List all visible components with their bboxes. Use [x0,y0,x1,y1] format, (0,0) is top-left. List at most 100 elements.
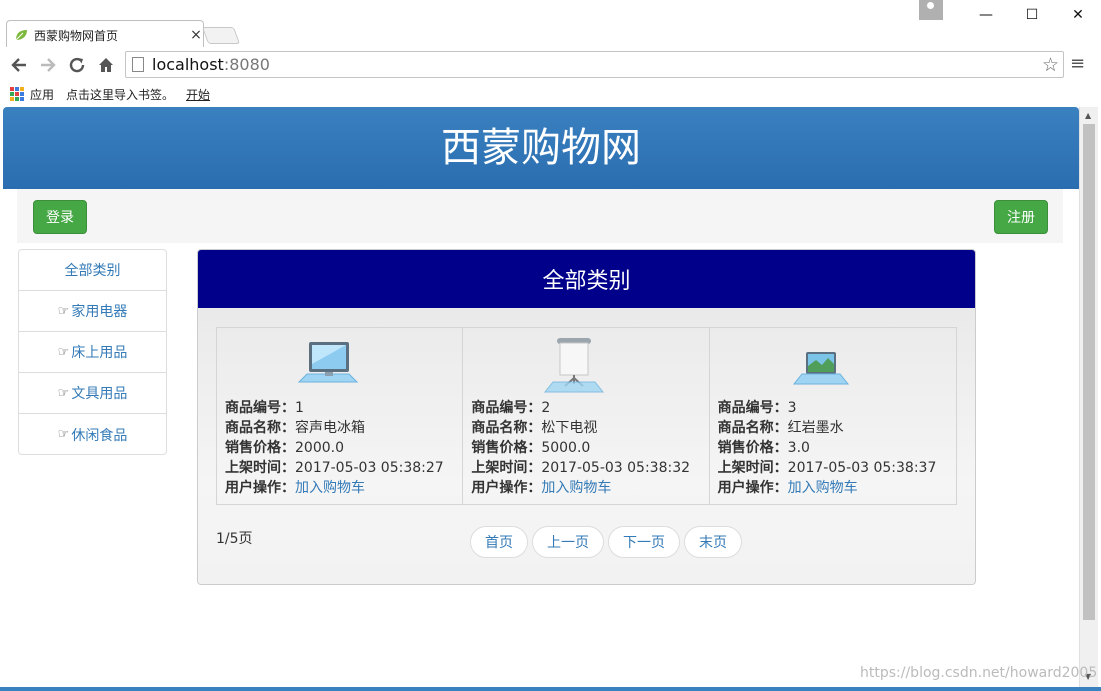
bookmark-start[interactable]: 开始 [186,86,210,103]
product-grid: 商品编号：1 商品名称：容声电冰箱 销售价格：2000.0 上架时间：2017-… [216,327,957,505]
auth-bar: 登录 注册 [17,189,1063,243]
product-card: 商品编号：3 商品名称：红岩墨水 销售价格：3.0 上架时间：2017-05-0… [710,328,956,504]
sidebar-item-all[interactable]: 全部类别 [19,250,166,291]
laptop-icon [788,336,854,394]
sidebar-item-label: 文具用品 [71,386,128,402]
pointing-hand-icon: ☞ [57,303,70,319]
product-card: 商品编号：2 商品名称：松下电视 销售价格：5000.0 上架时间：2017-0… [463,328,710,504]
vertical-scrollbar[interactable]: ▲ ▼ [1079,107,1098,687]
tab-title: 西蒙购物网首页 [34,28,119,43]
page-icon [132,57,144,72]
sidebar-item-stationery[interactable]: ☞ 文具用品 [19,373,166,414]
watermark: https://blog.csdn.net/howard2005 [860,665,1098,681]
sidebar-item-label: 床上用品 [71,345,128,361]
sidebar-item-appliances[interactable]: ☞ 家用电器 [19,291,166,332]
scroll-up-icon[interactable]: ▲ [1085,111,1091,120]
first-page-button[interactable]: 首页 [470,526,528,558]
field-label: 上架时间： [471,460,542,476]
projector-screen-icon [541,336,607,394]
product-price: 3.0 [787,440,810,456]
monitor-icon [295,336,361,394]
scroll-thumb[interactable] [1083,124,1095,620]
browser-tab-content[interactable]: 西蒙购物网首页 × [14,24,204,46]
field-label: 商品名称： [717,420,788,436]
product-id: 2 [541,400,551,416]
site-title: 西蒙购物网 [441,125,641,171]
maximize-button[interactable]: ☐ [1009,0,1055,30]
url-host: localhost [152,55,224,74]
product-name: 容声电冰箱 [295,420,365,436]
sidebar-item-snacks[interactable]: ☞ 休闲食品 [19,414,166,455]
field-label: 销售价格： [225,440,295,456]
field-label: 用户操作： [225,480,295,496]
sidebar-item-bedding[interactable]: ☞ 床上用品 [19,332,166,373]
field-label: 用户操作： [717,480,788,496]
page-indicator: 1/5页 [216,531,253,547]
close-window-button[interactable]: ✕ [1055,0,1101,30]
back-arrow-icon[interactable] [4,51,33,79]
field-label: 销售价格： [471,440,542,456]
next-page-button[interactable]: 下一页 [608,526,680,558]
field-label: 商品编号： [471,400,542,416]
product-details: 商品编号：1 商品名称：容声电冰箱 销售价格：2000.0 上架时间：2017-… [225,398,444,498]
minimize-button[interactable]: — [963,0,1009,30]
bookmark-import[interactable]: 点击这里导入书签。 [66,86,174,103]
register-button[interactable]: 注册 [994,200,1048,234]
sidebar-item-label: 家用电器 [71,304,128,320]
reload-icon[interactable] [62,51,91,79]
window-controls: — ☐ ✕ [919,0,1101,30]
leaf-favicon-icon [14,28,28,42]
window-bottom-border [0,687,1101,691]
pointing-hand-icon: ☞ [57,344,70,360]
url-port: :8080 [223,55,270,74]
product-time: 2017-05-03 05:38:27 [295,460,444,476]
last-page-button[interactable]: 末页 [684,526,742,558]
apps-grid-icon[interactable] [10,87,24,101]
field-label: 商品名称： [471,420,542,436]
login-button[interactable]: 登录 [33,200,87,234]
pointing-hand-icon: ☞ [57,385,70,401]
product-id: 3 [787,400,797,416]
new-tab-button[interactable] [201,27,241,44]
profile-icon[interactable] [919,0,943,20]
panel-heading: 全部类别 [198,250,975,308]
sidebar-item-label: 休闲食品 [71,427,128,444]
bookmark-apps[interactable]: 应用 [30,86,54,103]
add-to-cart-link[interactable]: 加入购物车 [788,480,858,496]
category-sidebar: 全部类别 ☞ 家用电器 ☞ 床上用品 ☞ 文具用品 ☞ 休闲食品 [18,249,167,455]
menu-icon[interactable]: ≡ [1070,53,1085,74]
field-label: 商品编号： [717,400,788,416]
field-label: 商品编号： [225,400,295,416]
product-name: 松下电视 [541,420,598,436]
forward-arrow-icon[interactable] [33,51,62,79]
product-name: 红岩墨水 [787,420,844,436]
tab-close-icon[interactable]: × [188,27,204,43]
bookmark-star-icon[interactable]: ☆ [1042,54,1059,76]
prev-page-button[interactable]: 上一页 [532,526,604,558]
add-to-cart-link[interactable]: 加入购物车 [541,480,611,496]
site-banner: 西蒙购物网 [3,107,1079,189]
page-viewport: 西蒙购物网 登录 注册 全部类别 ☞ 家用电器 ☞ 床上用品 ☞ 文具用品 ☞ … [3,107,1079,687]
field-label: 商品名称： [225,420,295,436]
browser-toolbar: localhost:8080 ☆ ≡ [0,47,1101,83]
browser-chrome: 西蒙购物网首页 × — ☐ ✕ localhost:8080 ☆ ≡ 应用 点… [0,0,1101,107]
pointing-hand-icon: ☞ [57,427,70,442]
field-label: 上架时间： [717,460,788,476]
product-card: 商品编号：1 商品名称：容声电冰箱 销售价格：2000.0 上架时间：2017-… [217,328,464,504]
add-to-cart-link[interactable]: 加入购物车 [295,480,365,496]
bookmarks-bar: 应用 点击这里导入书签。 开始 [0,83,1101,105]
sidebar-item-label: 全部类别 [64,263,121,279]
product-id: 1 [295,400,304,416]
product-details: 商品编号：3 商品名称：红岩墨水 销售价格：3.0 上架时间：2017-05-0… [718,398,937,498]
product-time: 2017-05-03 05:38:32 [541,460,691,476]
field-label: 上架时间： [225,460,295,476]
field-label: 用户操作： [471,480,542,496]
address-bar[interactable]: localhost:8080 ☆ [125,51,1064,78]
pagination: 首页 上一页 下一页 末页 [470,526,742,558]
product-panel: 全部类别 商品编号：1 商品名称：容声电冰箱 销售价格：2000.0 上架时间：… [197,249,976,585]
product-time: 2017-05-03 05:38:37 [787,460,937,476]
tab-strip: 西蒙购物网首页 × — ☐ ✕ [0,0,1101,47]
product-price: 2000.0 [295,440,344,456]
product-price: 5000.0 [541,440,591,456]
home-icon[interactable] [91,51,120,79]
